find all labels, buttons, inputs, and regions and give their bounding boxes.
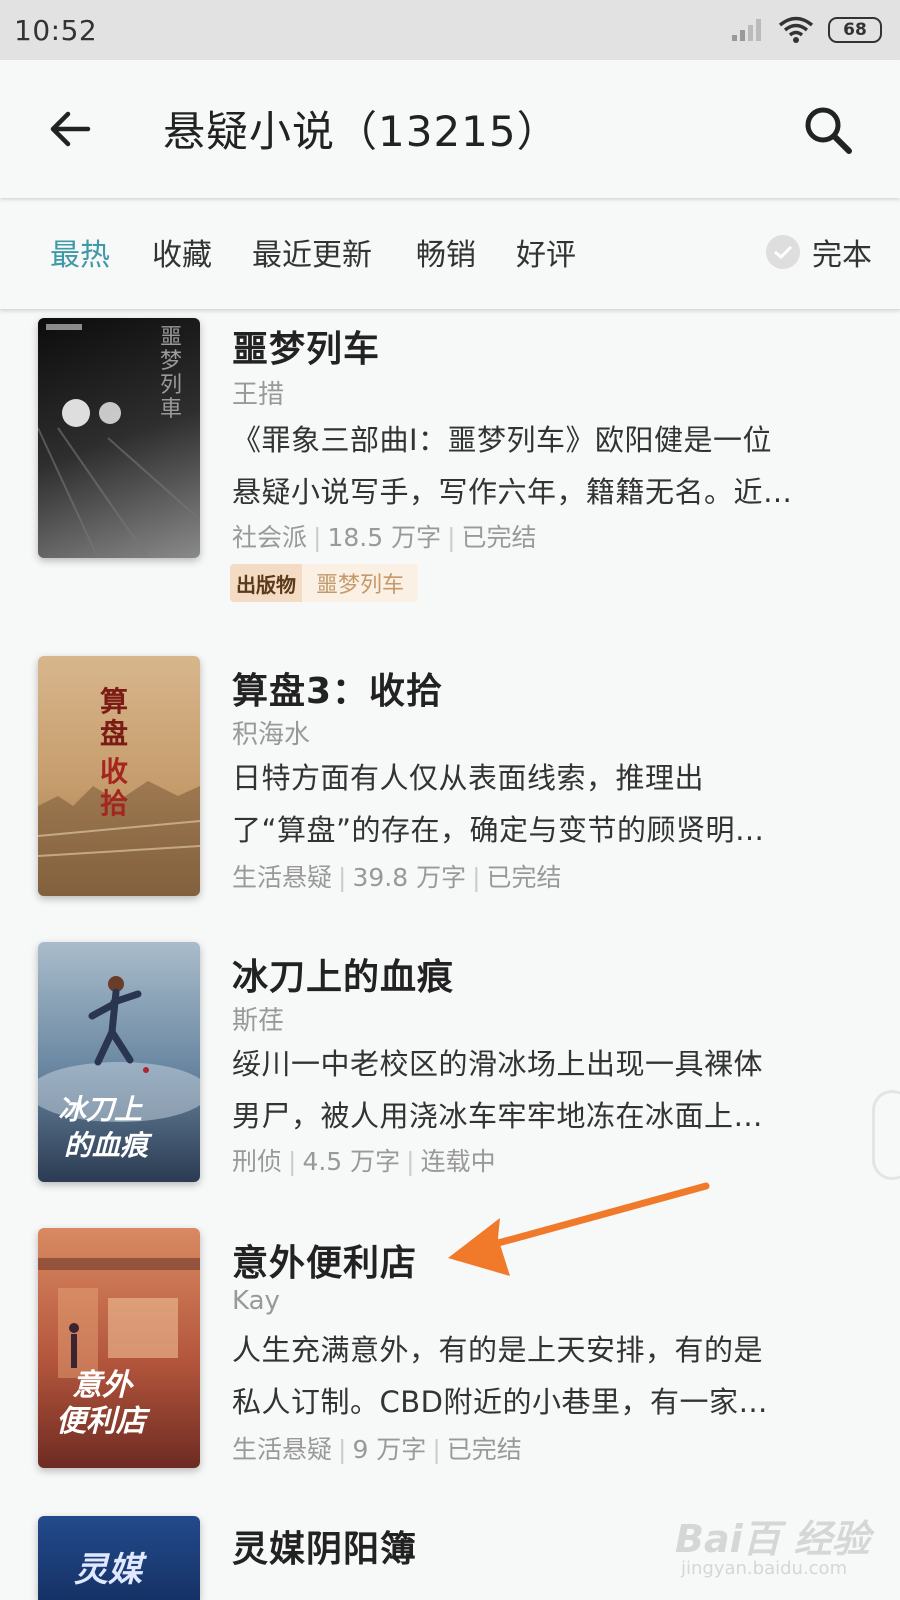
scroll-edge-indicator [872,1090,900,1180]
wifi-icon [778,16,814,43]
watermark: Bai百 经验 jingyan.baidu.com [675,1500,895,1590]
search-icon[interactable] [800,102,856,158]
cover-subtitle-text: 收拾 [100,755,129,820]
book-description: 人生充满意外，有的是上天安排，有的是 私人订制。CBD附近的小巷里，有一家… [232,1324,862,1428]
book-meta: 刑侦 | 4.5 万字 | 连载中 [232,1142,496,1178]
book-status: 已完结 [486,863,562,892]
book-title[interactable]: 噩梦列车 [232,320,380,372]
book-status: 已完结 [461,523,537,552]
cover-title-text: 意外 [72,1368,132,1403]
book-genre: 生活悬疑 [232,863,333,892]
status-bar: 10:52 68 [0,0,900,60]
battery-icon: 68 [828,17,882,43]
book-word-count: 18.5 万字 [327,523,442,552]
book-description-line: 《罪象三部曲I：噩梦列车》欧阳健是一位 [232,423,773,457]
book-cover[interactable]: 意外 便利店 [38,1228,200,1468]
filter-bar: 最热 收藏 最近更新 畅销 好评 完本 [0,200,900,310]
book-title[interactable]: 灵媒阴阳簿 [232,1520,417,1572]
cover-title-text: 灵媒 [74,1550,142,1590]
meta-separator: | [313,523,322,552]
tab-top-rated[interactable]: 好评 [516,230,576,274]
meta-separator: | [338,1435,347,1464]
meta-separator: | [432,1435,441,1464]
publication-badge: 出版物 [230,564,302,602]
book-cover[interactable]: 噩梦列車 [38,318,200,558]
tag-label: 噩梦列车 [302,564,419,602]
meta-separator: | [288,1147,297,1176]
book-description-line: 男尸，被人用浇冰车牢牢地冻在冰面上… [232,1099,764,1133]
cover-title-text: 冰刀上 [58,1093,143,1126]
meta-separator: | [472,863,481,892]
book-author: 积海水 [232,720,311,750]
tab-bestselling[interactable]: 畅销 [416,230,476,274]
book-meta: 生活悬疑 | 39.8 万字 | 已完结 [232,858,562,894]
book-description-line: 人生充满意外，有的是上天安排，有的是 [232,1333,764,1367]
book-title[interactable]: 算盘3：收拾 [232,662,443,714]
cover-title-text: 算盘 [100,685,129,750]
book-author: 王措 [232,380,285,410]
check-circle-icon [766,235,800,269]
book-description: 绥川一中老校区的滑冰场上出现一具裸体 男尸，被人用浇冰车牢牢地冻在冰面上… [232,1038,862,1142]
header: 悬疑小说（13215） [0,60,900,198]
status-time: 10:52 [14,13,98,47]
page-title: 悬疑小说（13215） [163,107,560,156]
tab-favorites[interactable]: 收藏 [152,230,212,274]
book-tag[interactable]: 出版物 噩梦列车 [230,564,419,602]
book-description-line: 日特方面有人仅从表面线索，推理出 [232,761,705,795]
book-author: Kay [232,1286,280,1316]
book-meta: 社会派 | 18.5 万字 | 已完结 [232,518,537,554]
meta-separator: | [406,1147,415,1176]
book-cover[interactable]: 冰刀上 的血痕 [38,942,200,1182]
book-author: 斯荏 [232,1006,285,1036]
book-word-count: 4.5 万字 [302,1147,401,1176]
book-description-line: 悬疑小说写手，写作六年，籍籍无名。近… [232,475,793,509]
book-description: 日特方面有人仅从表面线索，推理出 了“算盘”的存在，确定与变节的顾贤明… [232,752,862,856]
cover-subtitle-text: 便利店 [56,1404,146,1439]
book-cover[interactable]: 灵媒 [38,1516,200,1600]
book-description-line: 了“算盘”的存在，确定与变节的顾贤明… [232,813,765,847]
book-word-count: 9 万字 [352,1435,427,1464]
book-cover[interactable]: 算盘 收拾 [38,656,200,896]
book-genre: 刑侦 [232,1147,283,1176]
book-title[interactable]: 冰刀上的血痕 [232,948,454,1000]
tab-recently-updated[interactable]: 最近更新 [252,230,372,274]
book-genre: 生活悬疑 [232,1435,333,1464]
book-description-line: 私人订制。CBD附近的小巷里，有一家… [232,1385,768,1419]
book-genre: 社会派 [232,523,308,552]
back-arrow-icon[interactable] [46,104,96,154]
book-status: 已完结 [446,1435,522,1464]
status-icons: 68 [730,16,882,44]
completed-filter-label: 完本 [812,238,872,273]
book-status: 连载中 [420,1147,496,1176]
tab-hottest[interactable]: 最热 [50,230,110,274]
book-description: 《罪象三部曲I：噩梦列车》欧阳健是一位 悬疑小说写手，写作六年，籍籍无名。近… [232,414,862,518]
book-description-line: 绥川一中老校区的滑冰场上出现一具裸体 [232,1047,764,1081]
battery-level: 68 [843,20,867,40]
annotation-arrow-icon [448,1182,710,1276]
meta-separator: | [338,863,347,892]
meta-separator: | [447,523,456,552]
cover-title-text: 噩梦列車 [160,325,183,422]
cover-subtitle-text: 的血痕 [64,1129,149,1162]
book-title[interactable]: 意外便利店 [232,1234,417,1286]
completed-filter-toggle[interactable]: 完本 [766,230,872,274]
book-meta: 生活悬疑 | 9 万字 | 已完结 [232,1430,522,1466]
watermark-url: jingyan.baidu.com [681,1558,848,1579]
signal-icon [732,19,761,41]
book-word-count: 39.8 万字 [352,863,467,892]
watermark-brand: Bai百 经验 [675,1517,870,1561]
